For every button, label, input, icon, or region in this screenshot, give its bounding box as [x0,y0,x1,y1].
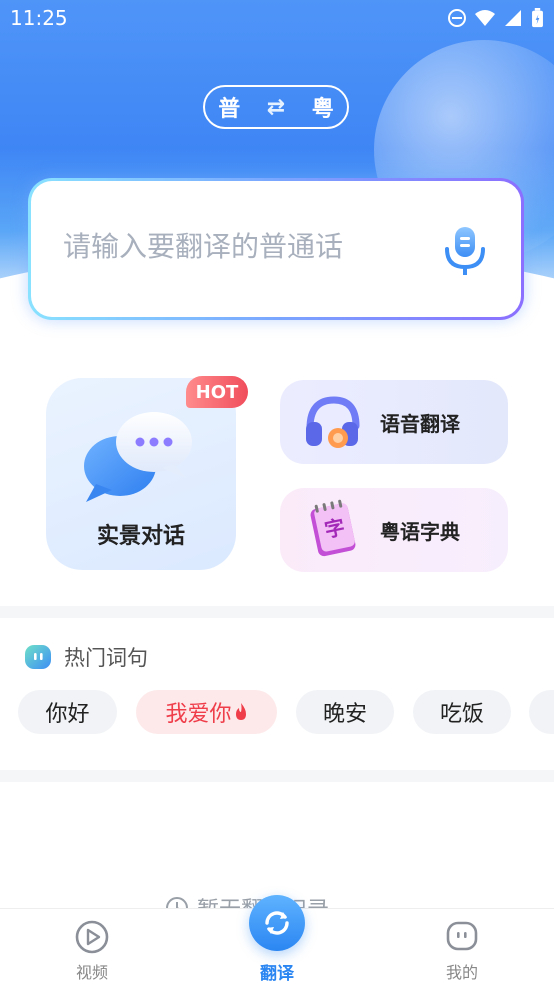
section-divider [0,770,554,782]
phrase-chip-label: 我爱你 [165,702,232,727]
phrase-chip-love[interactable]: 我爱你 [136,690,277,734]
profile-face-icon [446,921,478,951]
dictionary-book-icon: 字 [310,499,356,557]
status-time: 11:25 [10,6,68,30]
microphone-icon[interactable] [443,225,487,277]
translate-input-card[interactable] [28,178,524,320]
flame-icon [235,703,246,720]
nav-mine-label: 我的 [445,963,478,982]
phrase-chip-hello[interactable]: 你好 [18,690,117,734]
status-bar: 11:25 [0,0,554,36]
signal-icon [505,10,521,26]
nav-translate-button[interactable] [249,895,305,951]
nav-video-label: 视频 [75,963,108,982]
video-play-icon [75,920,109,954]
hot-phrases-title: 热门词句 [64,646,148,670]
target-language: 粤 [311,97,334,122]
source-language: 普 [218,97,241,122]
phrase-chip-label: 晚安 [322,702,367,727]
do-not-disturb-icon [448,9,466,27]
nav-translate-label: 翻译 [260,964,294,984]
phrase-bubble-icon [25,645,51,669]
dictionary-tile[interactable]: 字 粤语字典 [280,488,508,572]
phrase-chip-eat[interactable]: 吃饭 [413,690,511,734]
language-switch[interactable]: 普 ⇄ 粤 [203,85,349,129]
nav-mine[interactable]: 我的 [422,919,502,983]
chat-bubbles-icon [84,412,192,502]
scene-chat-label: 实景对话 [96,524,185,549]
hot-badge: HOT [186,376,248,408]
phrase-chip-goodnight[interactable]: 晚安 [296,690,394,734]
swap-icon: ⇄ [266,94,286,120]
headphones-icon [306,396,360,448]
phrase-chip-label: 你好 [45,702,90,727]
voice-translate-tile[interactable]: 语音翻译 [280,380,508,464]
bottom-navigation: 视频 翻译 我的 [0,895,554,986]
section-divider [0,606,554,618]
wifi-icon [475,10,495,26]
hot-phrases-list: 你好 我爱你 晚安 吃饭 [18,690,554,734]
hot-phrases-header: 热门词句 [24,642,148,672]
translate-input[interactable] [61,229,425,264]
dictionary-label: 粤语字典 [380,520,460,544]
phrase-chip-label: 吃饭 [439,702,484,727]
nav-video[interactable]: 视频 [52,919,132,983]
refresh-translate-icon [265,911,289,935]
voice-translate-label: 语音翻译 [380,412,460,436]
battery-icon [532,8,543,28]
phrase-chip-more[interactable] [529,690,554,734]
